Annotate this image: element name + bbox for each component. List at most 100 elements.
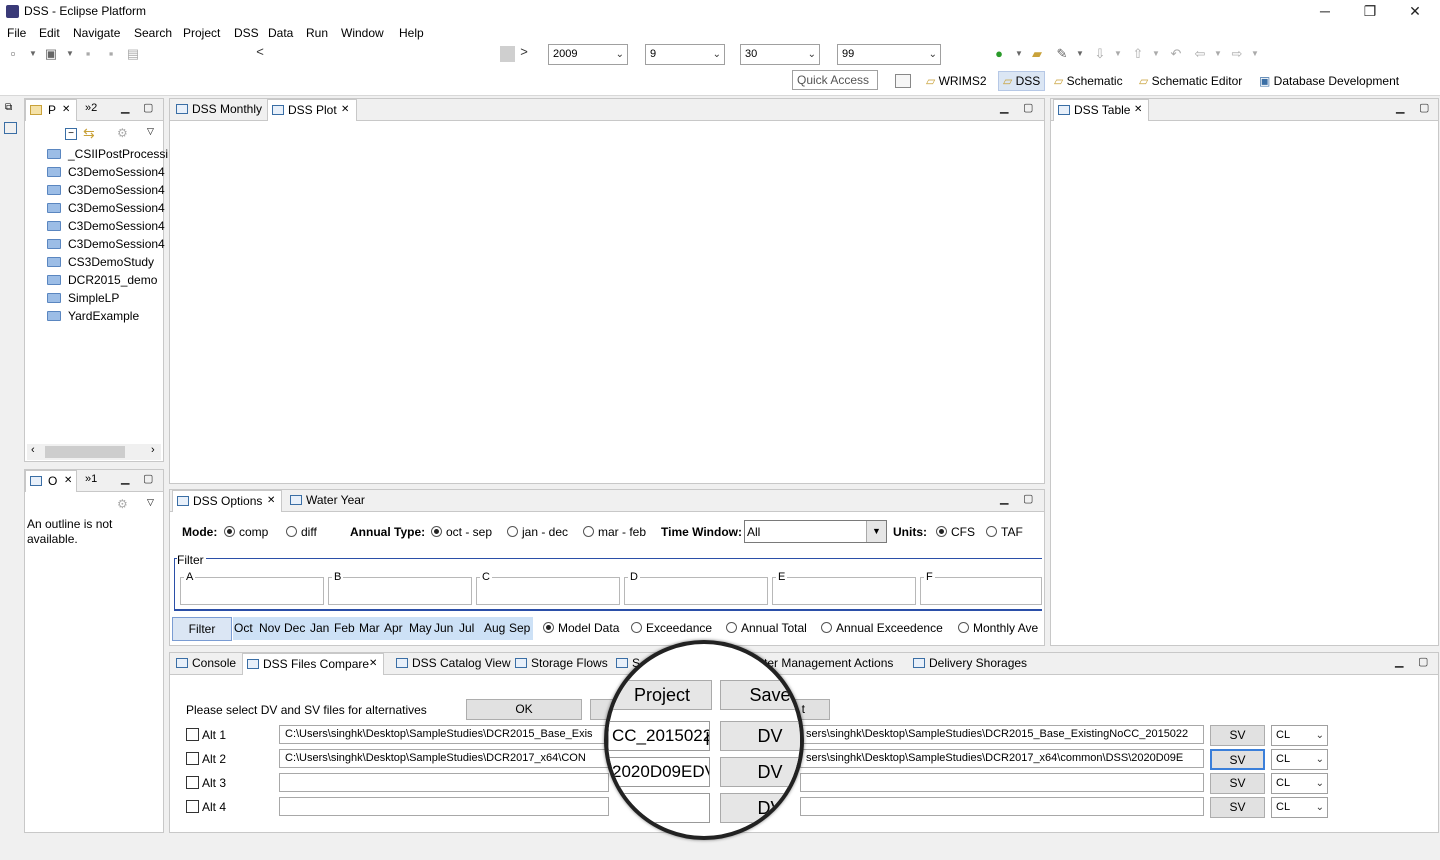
annual-mar-radio[interactable]: mar - feb: [583, 525, 646, 539]
alt1-dv-field[interactable]: C:\Users\singhk\Desktop\SampleStudies\DC…: [279, 725, 609, 744]
mode-diff-radio[interactable]: diff: [286, 525, 317, 539]
print-icon[interactable]: ▤: [125, 46, 141, 62]
tab-water-year[interactable]: Water Year: [286, 490, 370, 512]
menu-file[interactable]: File: [7, 26, 26, 40]
trim-view-icon[interactable]: [4, 122, 17, 134]
month-dec[interactable]: Dec: [284, 621, 305, 635]
tab-dss-options[interactable]: DSS Options ✕: [172, 490, 282, 512]
view-menu-icon[interactable]: ▽: [147, 497, 154, 508]
alt4-sv-button[interactable]: SV: [1210, 797, 1265, 818]
quick-access-input[interactable]: Quick Access: [792, 70, 878, 90]
prev-annotation-icon[interactable]: ⇧: [1130, 46, 1146, 62]
scroll-left-icon[interactable]: ‹: [31, 444, 35, 456]
back-icon[interactable]: ⇦: [1192, 46, 1208, 62]
forward-dropdown-icon[interactable]: ▼: [1247, 46, 1263, 62]
filter-field-e[interactable]: [772, 577, 916, 605]
tab-dss-files-compare[interactable]: DSS Files Compare ✕: [242, 653, 384, 675]
menu-project[interactable]: Project: [183, 26, 220, 40]
menu-dss[interactable]: DSS: [234, 26, 259, 40]
alt4-dv-field[interactable]: [279, 797, 609, 816]
minimize-button[interactable]: ─: [1302, 0, 1348, 24]
new-icon[interactable]: ▫: [5, 46, 21, 62]
back-dropdown-icon[interactable]: ▼: [1210, 46, 1226, 62]
tree-item[interactable]: C3DemoSession4: [45, 181, 165, 199]
view-model-data-radio[interactable]: Model Data: [543, 621, 619, 635]
collapse-all-icon[interactable]: −: [65, 128, 77, 140]
open-folder-icon[interactable]: ▰: [1029, 46, 1045, 62]
alt2-cl-select[interactable]: CL ⌄: [1271, 749, 1328, 770]
alt3-dv-field[interactable]: [279, 773, 609, 792]
close-icon[interactable]: ✕: [1134, 100, 1142, 120]
new-dropdown-icon[interactable]: ▼: [25, 46, 41, 62]
perspective-dss[interactable]: ▱ DSS: [998, 71, 1046, 91]
alt3-sv-button[interactable]: SV: [1210, 773, 1265, 794]
close-icon[interactable]: ✕: [341, 100, 349, 120]
alt4-sv-field[interactable]: [800, 797, 1204, 816]
next-annotation-icon[interactable]: ⇩: [1092, 46, 1108, 62]
annual-jan-radio[interactable]: jan - dec: [507, 525, 568, 539]
tree-item[interactable]: C3DemoSession4: [45, 163, 165, 181]
tree-item[interactable]: DCR2015_demo: [45, 271, 157, 289]
units-cfs-radio[interactable]: CFS: [936, 525, 975, 539]
menu-edit[interactable]: Edit: [39, 26, 60, 40]
last-edit-icon[interactable]: ↶: [1168, 46, 1184, 62]
tools-icon[interactable]: ✎: [1054, 46, 1070, 62]
save-all-icon[interactable]: ▪: [103, 46, 119, 62]
tree-item[interactable]: YardExample: [45, 307, 139, 325]
tab-dss-plot[interactable]: DSS Plot ✕: [267, 99, 357, 121]
month-jul[interactable]: Jul: [459, 621, 474, 635]
alt2-sv-field[interactable]: sers\singhk\Desktop\SampleStudies\DCR201…: [800, 749, 1204, 768]
perspective-schematic[interactable]: ▱ Schematic: [1054, 74, 1123, 88]
save-button-zoomed[interactable]: Save: [720, 680, 800, 710]
tab-water-management-actions[interactable]: ter Management Actions: [762, 653, 905, 675]
tab-outline[interactable]: O ✕: [25, 470, 77, 492]
ok-button[interactable]: OK: [466, 699, 582, 720]
year-select[interactable]: 2009 ⌄: [548, 44, 628, 65]
minimize-icon[interactable]: ▁: [1000, 101, 1008, 114]
save-icon[interactable]: ▪: [80, 46, 96, 62]
run-dropdown-icon[interactable]: ▼: [1011, 46, 1027, 62]
view-annual-total-radio[interactable]: Annual Total: [726, 621, 807, 635]
menu-navigate[interactable]: Navigate: [73, 26, 120, 40]
slider-thumb[interactable]: [500, 46, 515, 62]
tree-item[interactable]: _CSIIPostProcessi: [45, 145, 168, 163]
filter-field-b[interactable]: [328, 577, 472, 605]
minimize-icon[interactable]: ▁: [1396, 101, 1404, 114]
alt3-sv-field[interactable]: [800, 773, 1204, 792]
view-menu-icon[interactable]: ▽: [147, 126, 154, 137]
scroll-right-icon[interactable]: ›: [151, 444, 155, 456]
alt4-dv-field-zoomed[interactable]: [608, 793, 710, 823]
minimize-icon[interactable]: ▁: [121, 101, 129, 114]
month-may[interactable]: May: [409, 621, 432, 635]
perspective-database-development[interactable]: ▣ Database Development: [1259, 74, 1399, 88]
menu-search[interactable]: Search: [134, 26, 172, 40]
alt1-sv-button[interactable]: SV: [1210, 725, 1265, 746]
restore-trim-icon[interactable]: ⧉: [5, 102, 12, 113]
close-icon[interactable]: ✕: [62, 100, 70, 120]
wizard-dropdown-icon[interactable]: ▼: [62, 46, 78, 62]
open-perspective-icon[interactable]: [895, 74, 911, 88]
maximize-icon[interactable]: ▢: [1023, 101, 1033, 114]
alt4-checkbox[interactable]: [186, 800, 199, 813]
month-feb[interactable]: Feb: [334, 621, 355, 635]
tab-dss-monthly[interactable]: DSS Monthly: [172, 99, 266, 121]
tree-item[interactable]: C3DemoSession4: [45, 235, 165, 253]
maximize-icon[interactable]: ▢: [1023, 492, 1033, 505]
view-exceedance-radio[interactable]: Exceedance: [631, 621, 712, 635]
maximize-icon[interactable]: ▢: [143, 101, 153, 114]
scroll-thumb[interactable]: [45, 446, 125, 458]
view-annual-exceedence-radio[interactable]: Annual Exceedence: [821, 621, 943, 635]
restore-button[interactable]: ❐: [1347, 0, 1393, 24]
alt2-dv-field[interactable]: C:\Users\singhk\Desktop\SampleStudies\DC…: [279, 749, 609, 768]
alt3-cl-select[interactable]: CL ⌄: [1271, 773, 1328, 794]
mode-comp-radio[interactable]: comp: [224, 525, 268, 539]
alt3-checkbox[interactable]: [186, 776, 199, 789]
tree-item[interactable]: SimpleLP: [45, 289, 119, 307]
minimize-icon[interactable]: ▁: [1395, 655, 1403, 668]
menu-window[interactable]: Window: [341, 26, 384, 40]
month-sep[interactable]: Sep: [509, 621, 530, 635]
perspective-wrims2[interactable]: ▱ WRIMS2: [926, 74, 987, 88]
nav-prev-icon[interactable]: <: [252, 44, 268, 60]
maximize-icon[interactable]: ▢: [143, 472, 153, 485]
alt1-sv-field[interactable]: sers\singhk\Desktop\SampleStudies\DCR201…: [800, 725, 1204, 744]
